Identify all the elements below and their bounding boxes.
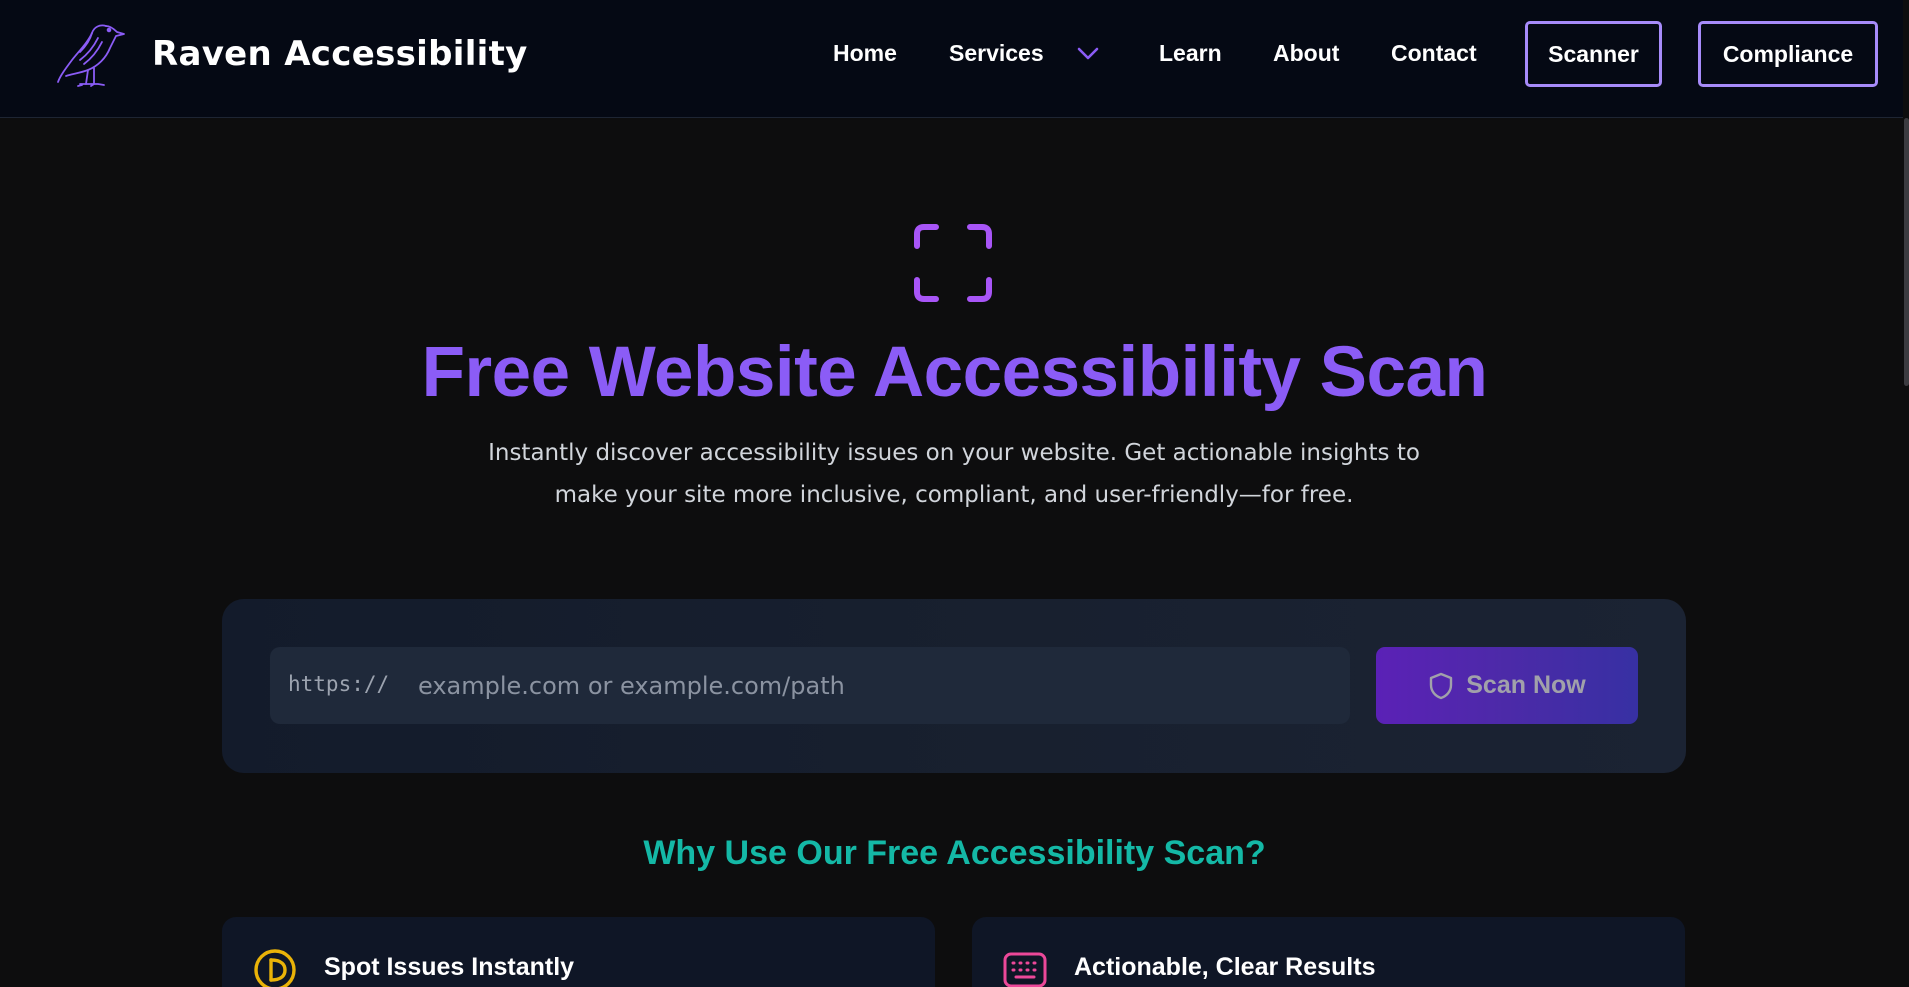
page: Raven Accessibility Home Services Learn …	[0, 0, 1909, 987]
section-title: Why Use Our Free Accessibility Scan?	[643, 834, 1266, 872]
keyboard-icon	[1003, 952, 1047, 987]
nav-about[interactable]: About	[1273, 40, 1339, 67]
scan-panel: https:// Scan Now	[222, 599, 1686, 773]
page-title: Free Website Accessibility Scan	[421, 333, 1488, 412]
brand-name: Raven Accessibility	[152, 34, 528, 74]
clock-icon	[254, 949, 296, 987]
site-header: Raven Accessibility Home Services Learn …	[0, 0, 1909, 118]
scan-now-button[interactable]: Scan Now	[1376, 647, 1638, 724]
page-subtitle: Instantly discover accessibility issues …	[488, 440, 1420, 508]
nav-contact[interactable]: Contact	[1391, 40, 1477, 67]
raven-icon	[57, 24, 125, 87]
feature-card: Spot Issues Instantly	[222, 917, 935, 987]
compliance-button[interactable]: Compliance	[1698, 21, 1878, 87]
scanner-button[interactable]: Scanner	[1525, 21, 1662, 87]
scan-frame-icon	[914, 224, 992, 302]
nav-home[interactable]: Home	[833, 40, 897, 67]
scan-now-label: Scan Now	[1466, 671, 1586, 699]
nav-services[interactable]: Services	[949, 40, 1044, 67]
url-field[interactable]: https://	[270, 647, 1350, 724]
url-prefix: https://	[288, 672, 390, 696]
brand-link[interactable]: Raven Accessibility	[54, 16, 527, 90]
nav-learn[interactable]: Learn	[1159, 40, 1222, 67]
feature-card: Actionable, Clear Results	[972, 917, 1685, 987]
chevron-down-icon[interactable]	[1075, 44, 1101, 64]
url-input[interactable]	[418, 647, 1328, 724]
feature-card-title: Actionable, Clear Results	[1074, 953, 1376, 981]
shield-icon	[1430, 672, 1453, 699]
feature-card-title: Spot Issues Instantly	[324, 953, 575, 981]
